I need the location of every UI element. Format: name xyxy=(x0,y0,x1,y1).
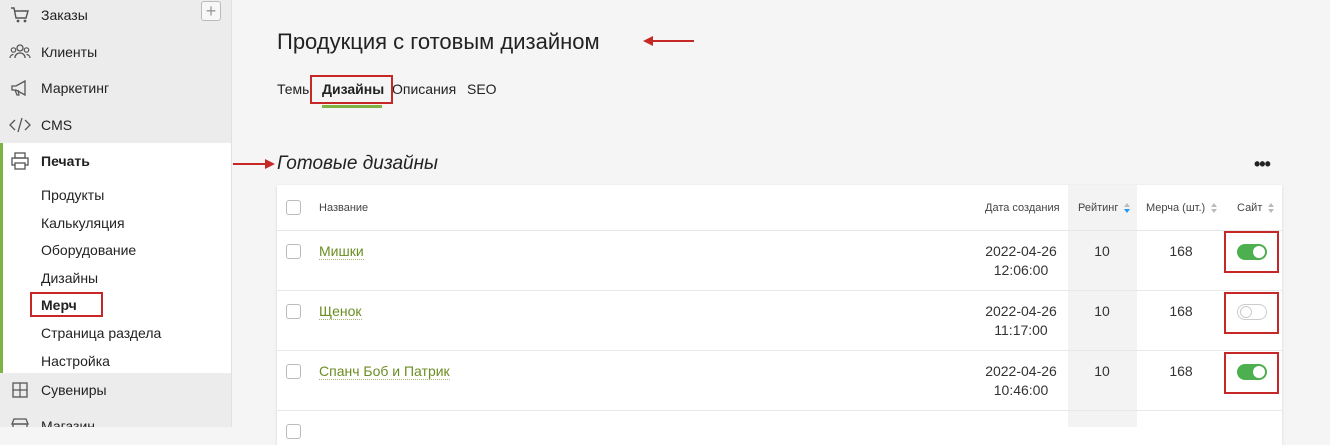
date-value: 2022-04-26 xyxy=(985,243,1057,259)
sidebar-item-label: Сувениры xyxy=(41,382,107,398)
megaphone-icon xyxy=(9,77,31,99)
sidebar-item-label: CMS xyxy=(41,117,73,133)
row-divider xyxy=(277,350,1282,351)
sidebar-item-label: Магазин xyxy=(41,418,96,427)
tab-themes[interactable]: Темы xyxy=(277,81,312,97)
sidebar: Заказы + Клиенты Маркетинг CMS Печать Пр… xyxy=(0,0,232,427)
column-header-label: Сайт xyxy=(1237,202,1263,214)
design-name-link[interactable]: Щенок xyxy=(319,303,362,320)
users-icon xyxy=(9,41,31,63)
time-value: 10:46:00 xyxy=(993,382,1049,398)
annotation-box-toggle xyxy=(1224,231,1279,273)
sidebar-item-store[interactable]: Магазин xyxy=(0,408,231,427)
rating-value: 10 xyxy=(1094,363,1110,379)
rating-value: 10 xyxy=(1094,303,1110,319)
column-header-site[interactable]: Сайт xyxy=(1237,202,1275,214)
page-title: Продукция с готовым дизайном xyxy=(277,29,600,54)
annotation-arrow-section xyxy=(233,159,275,169)
sidebar-subitem-equipment[interactable]: Оборудование xyxy=(41,242,136,258)
sidebar-item-print[interactable]: Печать xyxy=(0,143,231,179)
column-header-label: Мерча (шт.) xyxy=(1146,202,1206,214)
sidebar-item-label: Маркетинг xyxy=(41,80,110,96)
box-icon xyxy=(9,379,31,401)
design-name-link[interactable]: Спанч Боб и Патрик xyxy=(319,363,450,380)
date-value: 2022-04-26 xyxy=(985,303,1057,319)
store-icon xyxy=(9,415,31,427)
printer-icon xyxy=(9,150,31,172)
rating-value: 10 xyxy=(1094,243,1110,259)
more-options-button[interactable]: ••• xyxy=(1254,154,1271,175)
sidebar-item-label: Заказы xyxy=(41,7,88,23)
column-header-label: Рейтинг xyxy=(1078,202,1119,214)
sidebar-subitem-products[interactable]: Продукты xyxy=(41,187,104,203)
annotation-arrow-title xyxy=(643,36,694,46)
sidebar-item-marketing[interactable]: Маркетинг xyxy=(0,70,231,106)
merch-count: 168 xyxy=(1169,363,1193,379)
sort-desc-icon xyxy=(1124,203,1131,214)
sidebar-subitem-section-page[interactable]: Страница раздела xyxy=(41,325,161,341)
column-header-merch[interactable]: Мерча (шт.) xyxy=(1146,202,1218,214)
table-header-divider xyxy=(277,230,1282,231)
annotation-box-toggle xyxy=(1224,352,1279,394)
date-created: 2022-04-26 11:17:00 xyxy=(976,302,1066,340)
sidebar-item-cms[interactable]: CMS xyxy=(0,107,231,143)
row-divider xyxy=(277,290,1282,291)
time-value: 11:17:00 xyxy=(994,322,1048,338)
tab-descriptions[interactable]: Описания xyxy=(392,81,456,97)
sidebar-item-souvenirs[interactable]: Сувениры xyxy=(0,372,231,408)
sidebar-item-label: Клиенты xyxy=(41,44,98,60)
annotation-box-toggle xyxy=(1224,292,1279,334)
column-header-name[interactable]: Название xyxy=(319,202,368,214)
row-checkbox[interactable] xyxy=(286,424,301,439)
sidebar-subitem-calculation[interactable]: Калькуляция xyxy=(41,215,125,231)
date-created: 2022-04-26 12:06:00 xyxy=(976,242,1066,280)
time-value: 12:06:00 xyxy=(993,262,1049,278)
sort-icon xyxy=(1211,203,1218,214)
merch-count: 168 xyxy=(1169,243,1193,259)
tab-seo[interactable]: SEO xyxy=(467,81,497,97)
date-created: 2022-04-26 10:46:00 xyxy=(976,362,1066,400)
sidebar-subitem-designs[interactable]: Дизайны xyxy=(41,270,98,286)
row-checkbox[interactable] xyxy=(286,304,301,319)
active-tab-indicator xyxy=(322,105,382,108)
row-checkbox[interactable] xyxy=(286,364,301,379)
column-header-date[interactable]: Дата создания xyxy=(985,202,1060,214)
design-name-link[interactable]: Мишки xyxy=(319,243,364,260)
annotation-box-tab xyxy=(310,75,393,104)
code-icon xyxy=(9,114,31,136)
column-header-rating[interactable]: Рейтинг xyxy=(1078,202,1131,214)
row-checkbox[interactable] xyxy=(286,244,301,259)
sidebar-item-orders[interactable]: Заказы + xyxy=(0,0,231,33)
annotation-box-merch xyxy=(30,292,103,317)
add-order-button[interactable]: + xyxy=(201,1,221,21)
select-all-checkbox[interactable] xyxy=(286,200,301,215)
section-title: Готовые дизайны xyxy=(277,153,439,174)
sidebar-item-label: Печать xyxy=(41,153,90,169)
sidebar-item-clients[interactable]: Клиенты xyxy=(0,34,231,70)
date-value: 2022-04-26 xyxy=(985,363,1057,379)
cart-icon xyxy=(9,4,31,26)
row-divider xyxy=(277,410,1282,411)
merch-count: 168 xyxy=(1169,303,1193,319)
sort-icon xyxy=(1268,203,1275,214)
sidebar-subitem-settings[interactable]: Настройка xyxy=(41,353,110,369)
